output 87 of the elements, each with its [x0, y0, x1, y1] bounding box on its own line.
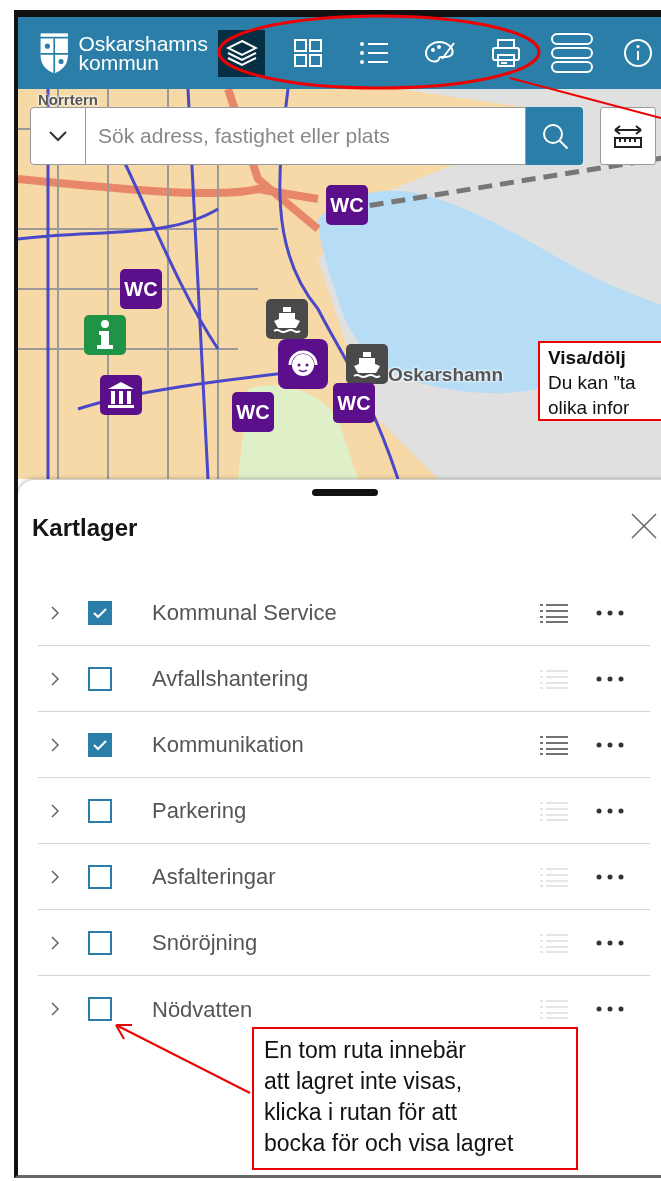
layer-name: Asfalteringar — [152, 863, 277, 891]
chevron-right-icon — [50, 1001, 60, 1017]
search-button[interactable] — [526, 107, 583, 165]
list-icon — [540, 734, 568, 755]
stacked-ovals-icon — [549, 31, 594, 75]
layer-name: Kommunikation — [152, 731, 305, 759]
more-button[interactable] — [596, 1006, 624, 1012]
callout-title: Visa/dölj — [548, 346, 627, 370]
panel-title: Kartlager — [32, 513, 138, 543]
expand-button[interactable] — [50, 604, 60, 621]
map-label: Oskarshamn — [388, 363, 504, 387]
close-button[interactable] — [630, 512, 658, 540]
layer-name: Avfallshantering — [152, 665, 310, 693]
toilet-marker[interactable]: WC — [120, 269, 162, 309]
checkbox[interactable] — [88, 732, 112, 757]
layer-name: Nödvatten — [152, 995, 254, 1024]
toilet-marker[interactable]: WC — [326, 185, 368, 225]
more-icon — [596, 873, 624, 880]
list-icon — [540, 668, 568, 689]
ship-icon — [272, 304, 302, 334]
check-icon — [93, 738, 107, 751]
ship-icon — [352, 349, 382, 379]
expand-button[interactable] — [50, 802, 60, 819]
checkbox[interactable] — [88, 666, 112, 691]
ruler-icon — [613, 123, 643, 149]
legend-button[interactable] — [540, 602, 568, 623]
more-button[interactable] — [596, 609, 624, 616]
layer-name: Snöröjning — [152, 929, 259, 957]
checkbox[interactable] — [88, 997, 112, 1021]
search-icon — [540, 122, 569, 150]
callout-text: Du kan ”ta olika infor — [548, 371, 637, 420]
expand-button[interactable] — [50, 670, 60, 687]
list-icon — [540, 932, 568, 953]
more-icon — [596, 675, 624, 682]
chevron-right-icon — [50, 670, 60, 687]
checkbox[interactable] — [88, 600, 112, 625]
more-icon — [596, 1006, 624, 1012]
more-icon — [596, 741, 624, 748]
toilet-marker[interactable]: WC — [232, 392, 274, 432]
checkbox[interactable] — [88, 930, 112, 955]
more-button[interactable] — [596, 675, 624, 682]
layer-name: Parkering — [152, 797, 248, 825]
more-icon — [596, 807, 624, 814]
checkbox[interactable] — [88, 798, 112, 823]
grid-icon — [291, 37, 324, 69]
chevron-right-icon — [50, 604, 60, 621]
list-icon — [540, 602, 568, 623]
list-icon — [540, 866, 568, 887]
more-button[interactable] — [596, 873, 624, 880]
search-field[interactable]: Sök adress, fastighet eller plats — [86, 107, 526, 165]
drag-handle[interactable] — [312, 489, 378, 496]
more-button[interactable] — [596, 939, 624, 946]
ferry-marker[interactable] — [266, 299, 308, 339]
checkbox[interactable] — [88, 864, 112, 889]
expand-button[interactable] — [50, 934, 60, 951]
ferry-marker[interactable] — [346, 344, 388, 384]
list-icon — [540, 999, 568, 1019]
search-dropdown-button[interactable] — [30, 107, 86, 165]
more-button[interactable] — [596, 741, 624, 748]
list-icon — [540, 800, 568, 821]
chevron-right-icon — [50, 868, 60, 885]
layers-icon — [225, 37, 258, 69]
logo-text: Oskarshamns kommun — [78, 34, 208, 72]
toilet-marker[interactable]: WC — [333, 383, 375, 423]
chevron-right-icon — [50, 934, 60, 951]
museum-icon — [106, 380, 136, 410]
annotation-note: En tom ruta innebär att lagret inte visas, klicka i rutan för att bocka för och visa lagret — [252, 1027, 578, 1170]
check-icon — [93, 606, 107, 619]
more-icon — [596, 939, 624, 946]
expand-button[interactable] — [50, 868, 60, 885]
info-icon — [621, 37, 654, 69]
museum-marker[interactable] — [100, 375, 142, 415]
close-icon — [630, 512, 658, 540]
measure-button[interactable] — [600, 107, 656, 165]
layer-name: Kommunal Service — [152, 599, 338, 627]
info-marker[interactable] — [84, 315, 126, 355]
expand-button[interactable] — [50, 736, 60, 753]
headset-marker[interactable] — [278, 339, 328, 389]
chevron-right-icon — [50, 736, 60, 753]
expand-button[interactable] — [50, 1001, 60, 1017]
chevron-down-icon — [48, 130, 68, 142]
more-icon — [596, 609, 624, 616]
legend-button[interactable] — [540, 734, 568, 755]
info-icon — [95, 319, 115, 351]
printer-icon — [489, 37, 522, 69]
chevron-right-icon — [50, 802, 60, 819]
more-button[interactable] — [596, 807, 624, 814]
